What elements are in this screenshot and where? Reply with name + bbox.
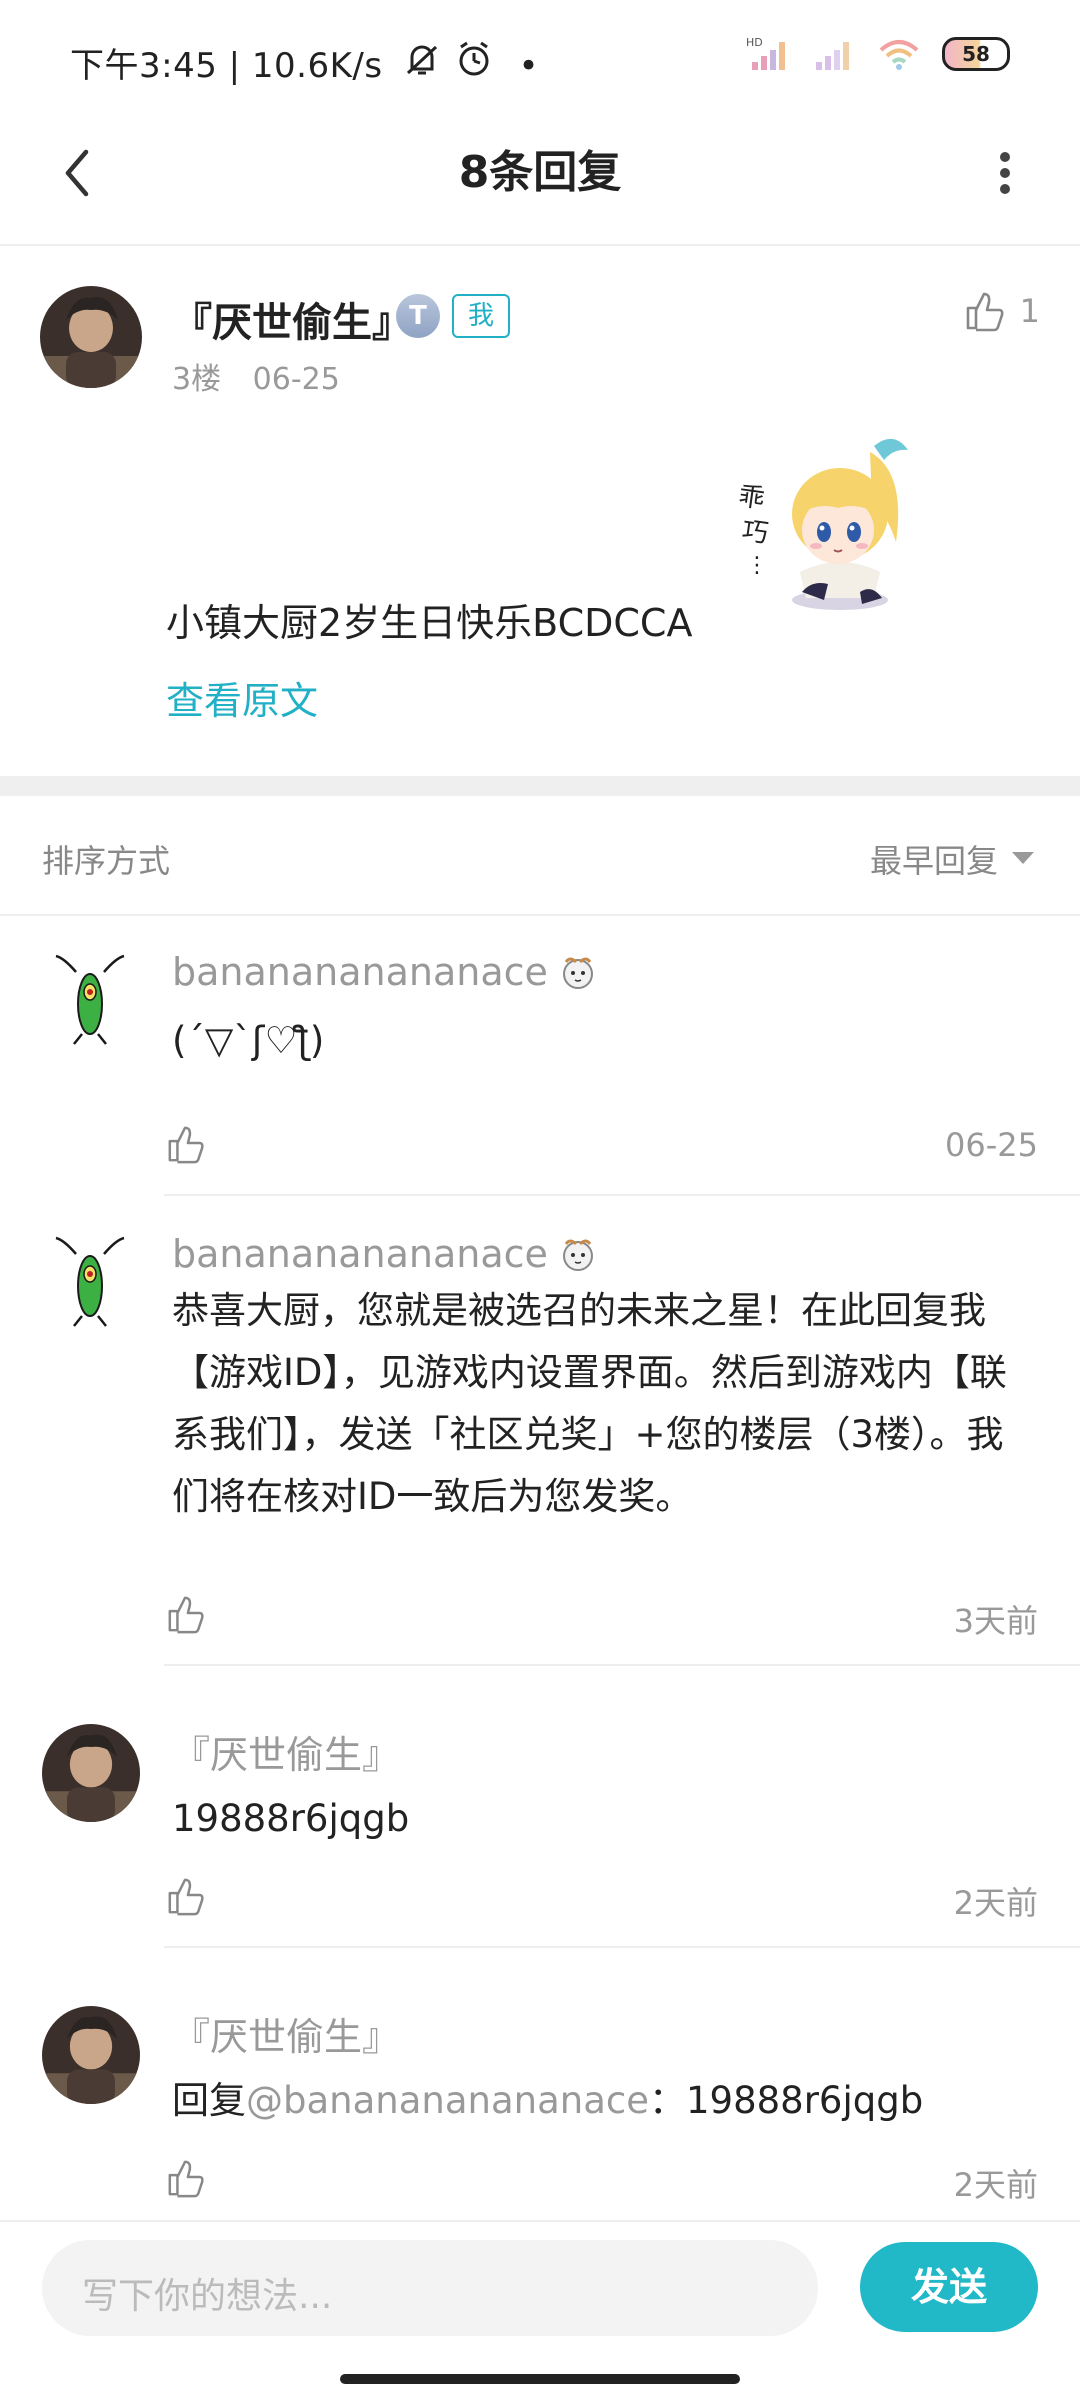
reply-time: 3天前 (953, 1602, 1038, 1640)
signal-hd-icon: HD (746, 36, 785, 70)
mention-link[interactable]: @bananananananace (246, 2079, 649, 2122)
top-nav-bar: 8条回复 (0, 110, 1080, 246)
status-time: 下午3:45 | 10.6K/s • (70, 38, 539, 87)
author-name[interactable]: 『厌世偷生』 (172, 290, 412, 348)
reply-body: ：19888r6jqgb (649, 2079, 924, 2122)
status-icons: HD 58 (746, 36, 1010, 72)
reply-author[interactable]: 『厌世偷生』 (172, 2006, 400, 2061)
dot-icon: • (518, 46, 540, 86)
sort-label: 排序方式 (42, 842, 171, 880)
wifi-icon (879, 40, 919, 70)
sort-bar: 排序方式 最早回复 (0, 796, 1080, 916)
reply-input-bar: 写下你的想法... 发送 (0, 2220, 1080, 2402)
reply-prefix: 回复 (172, 2079, 246, 2122)
svg-text:HD: HD (746, 36, 763, 49)
caret-down-icon (1012, 852, 1034, 864)
reply-text: 19888r6jqgb (172, 1797, 410, 1840)
reply-item: 『厌世偷生』 回复@bananananananace：19888r6jqgb 2… (0, 1948, 1080, 2220)
reply-item: bananananananace 恭喜大厨，您就是被选召的未来之星！在此回复我【… (0, 1196, 1080, 1666)
post-meta: 3楼 06-25 (172, 354, 340, 398)
thumbs-up-icon[interactable] (166, 1124, 206, 1164)
reply-text: 回复@bananananananace：19888r6jqgb (172, 2070, 1032, 2132)
svg-text:乖: 乖 (737, 482, 767, 515)
avatar[interactable] (42, 2006, 140, 2104)
thumbs-up-icon[interactable] (166, 1876, 206, 1916)
reply-time: 2天前 (953, 1884, 1038, 1922)
more-options-button[interactable] (970, 138, 1040, 208)
section-divider (0, 776, 1080, 796)
avatar[interactable] (42, 950, 140, 1048)
reply-text: 恭喜大厨，您就是被选召的未来之星！在此回复我【游戏ID】，见游戏内设置界面。然后… (172, 1289, 1007, 1518)
sort-value: 最早回复 (869, 842, 998, 880)
reply-text: (´▽`ʃ♡ƪ) (172, 1019, 325, 1062)
reply-author[interactable]: bananananananace (172, 950, 598, 994)
reply-author[interactable]: 『厌世偷生』 (172, 1724, 400, 1779)
battery-icon: 58 (942, 37, 1010, 71)
reply-time: 06-25 (945, 1126, 1038, 1164)
mute-icon (404, 45, 451, 86)
like-count: 1 (1019, 292, 1040, 330)
svg-text:⋮: ⋮ (746, 553, 768, 578)
reply-input-placeholder: 写下你的想法... (82, 2276, 333, 2317)
status-bar: 下午3:45 | 10.6K/s • HD 58 (0, 0, 1080, 110)
me-badge: 我 (452, 294, 510, 338)
thumbs-up-icon[interactable] (166, 1594, 206, 1634)
send-button[interactable]: 发送 (860, 2242, 1038, 2332)
post-date: 06-25 (252, 362, 340, 397)
alarm-icon (455, 41, 504, 86)
reply-input[interactable]: 写下你的想法... (42, 2240, 818, 2336)
avatar[interactable] (40, 286, 142, 388)
signal-icon (816, 42, 849, 70)
comment-text: 小镇大厨2岁生日快乐BCDCCA (166, 601, 693, 645)
like-button[interactable]: 1 (964, 290, 1040, 332)
svg-text:巧: 巧 (740, 516, 770, 549)
reply-time: 2天前 (953, 2166, 1038, 2204)
reply-author[interactable]: bananananananace (172, 1232, 598, 1276)
avatar[interactable] (42, 1724, 140, 1822)
floor-number: 3楼 (172, 362, 222, 397)
avatar[interactable] (42, 1232, 140, 1330)
sort-dropdown[interactable]: 最早回复 (870, 836, 1034, 882)
more-vertical-icon (1000, 152, 1010, 194)
home-indicator[interactable] (340, 2374, 740, 2384)
goat-badge-icon (562, 957, 593, 989)
page-title: 8条回复 (458, 147, 622, 198)
thumbs-up-icon[interactable] (166, 2158, 206, 2198)
view-original-link[interactable]: 查看原文 (166, 670, 318, 725)
goat-badge-icon (562, 1239, 593, 1271)
chibi-sticker: 乖 巧 ⋮ (720, 422, 920, 622)
reply-item: 『厌世偷生』 19888r6jqgb 2天前 (0, 1666, 1080, 1948)
reply-item: bananananananace (´▽`ʃ♡ƪ) 06-25 (0, 914, 1080, 1196)
level-badge: T (396, 294, 440, 338)
thumbs-up-icon (966, 292, 1004, 332)
original-comment: 『厌世偷生』 T 我 3楼 06-25 1 乖 巧 ⋮ 小镇大厨2岁生日快乐BC… (0, 246, 1080, 776)
